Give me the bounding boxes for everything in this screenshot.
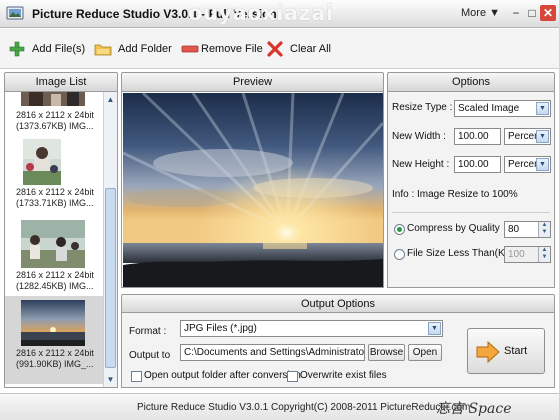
thumbnail: [21, 92, 85, 106]
image-list-header: Image List: [4, 72, 118, 92]
output-path-input[interactable]: C:\Documents and Settings\Administrator\…: [180, 344, 365, 361]
format-value: JPG Files (*.jpg): [184, 323, 257, 334]
new-height-label: New Height :: [392, 159, 450, 170]
image-list-scrollbar[interactable]: ▲ ▼: [103, 92, 117, 387]
filesize-input[interactable]: 100 ▲ ▼: [504, 246, 551, 263]
chevron-down-icon: ▼: [536, 102, 549, 115]
filesize-radio[interactable]: [394, 249, 405, 260]
item-size: (1733.71KB) IMG...: [16, 198, 94, 208]
add-folder-button[interactable]: Add Folder: [94, 38, 172, 60]
remove-file-button[interactable]: Remove File: [181, 38, 263, 60]
new-width-unit-select[interactable]: Percent ▼: [504, 128, 551, 145]
spin-up-icon[interactable]: ▲: [539, 247, 550, 254]
watermark: ouyaoxiazai: [188, 1, 334, 25]
open-after-label: Open output folder after conversion: [144, 370, 301, 381]
copyright-text: Picture Reduce Studio V3.0.1 Copyright(C…: [137, 402, 471, 413]
output-options-panel: Format : JPG Files (*.jpg) ▼ Output to C…: [121, 312, 555, 388]
toolbar: Add File(s) Add Folder Remove File Clear…: [0, 29, 559, 69]
quality-input[interactable]: 80 ▲ ▼: [504, 221, 551, 238]
overwrite-checkbox[interactable]: [287, 371, 298, 382]
scroll-down-icon[interactable]: ▼: [104, 373, 117, 386]
preview-image: [123, 93, 383, 287]
list-item-selected[interactable]: 2816 x 2112 x 24bit (991.90KB) IMG_...: [5, 296, 103, 384]
maximize-button[interactable]: □: [524, 5, 540, 21]
title-bar: Picture Reduce Studio V3.0.1 - Full Vers…: [0, 0, 559, 28]
remove-icon: [181, 45, 199, 53]
thumbnail: [23, 139, 61, 185]
options-header: Options: [387, 72, 555, 92]
thumbnail: [21, 220, 85, 268]
options-panel: Resize Type : Scaled Image ▼ New Width :…: [387, 91, 555, 288]
scroll-up-icon[interactable]: ▲: [104, 93, 117, 106]
open-button[interactable]: Open: [408, 344, 442, 361]
chevron-down-icon: ▼: [428, 322, 441, 335]
item-size: (1373.67KB) IMG...: [16, 121, 94, 131]
close-button[interactable]: ✕: [540, 5, 556, 21]
item-dimensions: 2816 x 2112 x 24bit: [16, 187, 94, 197]
compress-quality-radio[interactable]: [394, 224, 405, 235]
preview-panel: [121, 91, 384, 288]
clear-all-label: Clear All: [290, 43, 331, 55]
scrollbar-thumb[interactable]: [105, 188, 116, 368]
new-height-input[interactable]: 100.00: [454, 156, 501, 173]
start-label: Start: [504, 345, 528, 357]
item-size: (991.90KB) IMG_...: [16, 359, 94, 369]
overwrite-label: Overwrite exist files: [300, 370, 387, 381]
thumbnail: [21, 300, 85, 346]
divider: [392, 212, 550, 213]
quality-value: 80: [508, 224, 520, 235]
add-files-button[interactable]: Add File(s): [8, 38, 85, 60]
arrow-right-icon: [476, 341, 500, 363]
spin-down-icon[interactable]: ▼: [539, 229, 550, 236]
quality-stepper[interactable]: ▲ ▼: [538, 222, 550, 237]
chevron-down-icon: ▼: [536, 158, 549, 171]
signature-watermark: 忘言 Space: [436, 401, 512, 417]
output-to-label: Output to: [129, 350, 171, 361]
item-dimensions: 2816 x 2112 x 24bit: [16, 110, 94, 120]
chevron-down-icon: ▼: [536, 130, 549, 143]
filesize-stepper[interactable]: ▲ ▼: [538, 247, 550, 262]
start-button[interactable]: Start: [467, 328, 545, 374]
clear-all-button[interactable]: Clear All: [266, 38, 331, 60]
clear-x-icon: [267, 41, 283, 57]
item-dimensions: 2816 x 2112 x 24bit: [16, 270, 94, 280]
folder-icon: [94, 44, 112, 56]
new-height-unit-select[interactable]: Percent ▼: [504, 156, 551, 173]
filesize-value: 100: [508, 249, 525, 260]
item-size: (1282.45KB) IMG...: [16, 281, 94, 291]
resize-type-value: Scaled Image: [458, 103, 520, 114]
resize-type-select[interactable]: Scaled Image ▼: [454, 100, 551, 117]
plus-icon: [9, 41, 25, 57]
browse-button[interactable]: Browse: [368, 344, 405, 361]
output-options-header: Output Options: [121, 294, 555, 314]
new-width-input[interactable]: 100.00: [454, 128, 501, 145]
format-label: Format :: [129, 326, 167, 337]
resize-info: Info : Image Resize to 100%: [392, 189, 518, 200]
image-list[interactable]: 2816 x 2112 x 24bit (1373.67KB) IMG... 2…: [4, 91, 118, 388]
minimize-button[interactable]: −: [508, 5, 524, 21]
new-width-label: New Width :: [392, 131, 446, 142]
spin-down-icon[interactable]: ▼: [539, 254, 550, 261]
open-after-checkbox[interactable]: [131, 371, 142, 382]
more-menu[interactable]: More ▼: [461, 7, 500, 19]
add-files-label: Add File(s): [32, 43, 86, 55]
resize-type-label: Resize Type :: [392, 102, 453, 113]
item-dimensions: 2816 x 2112 x 24bit: [16, 348, 94, 358]
filesize-label: File Size Less Than(KB): [407, 248, 515, 259]
spin-up-icon[interactable]: ▲: [539, 222, 550, 229]
remove-file-label: Remove File: [201, 43, 263, 55]
add-folder-label: Add Folder: [118, 43, 172, 55]
compress-quality-label: Compress by Quality: [407, 223, 500, 234]
status-bar: Picture Reduce Studio V3.0.1 Copyright(C…: [0, 393, 559, 420]
app-icon: [6, 6, 24, 20]
preview-header: Preview: [121, 72, 384, 92]
format-select[interactable]: JPG Files (*.jpg) ▼: [180, 320, 443, 337]
